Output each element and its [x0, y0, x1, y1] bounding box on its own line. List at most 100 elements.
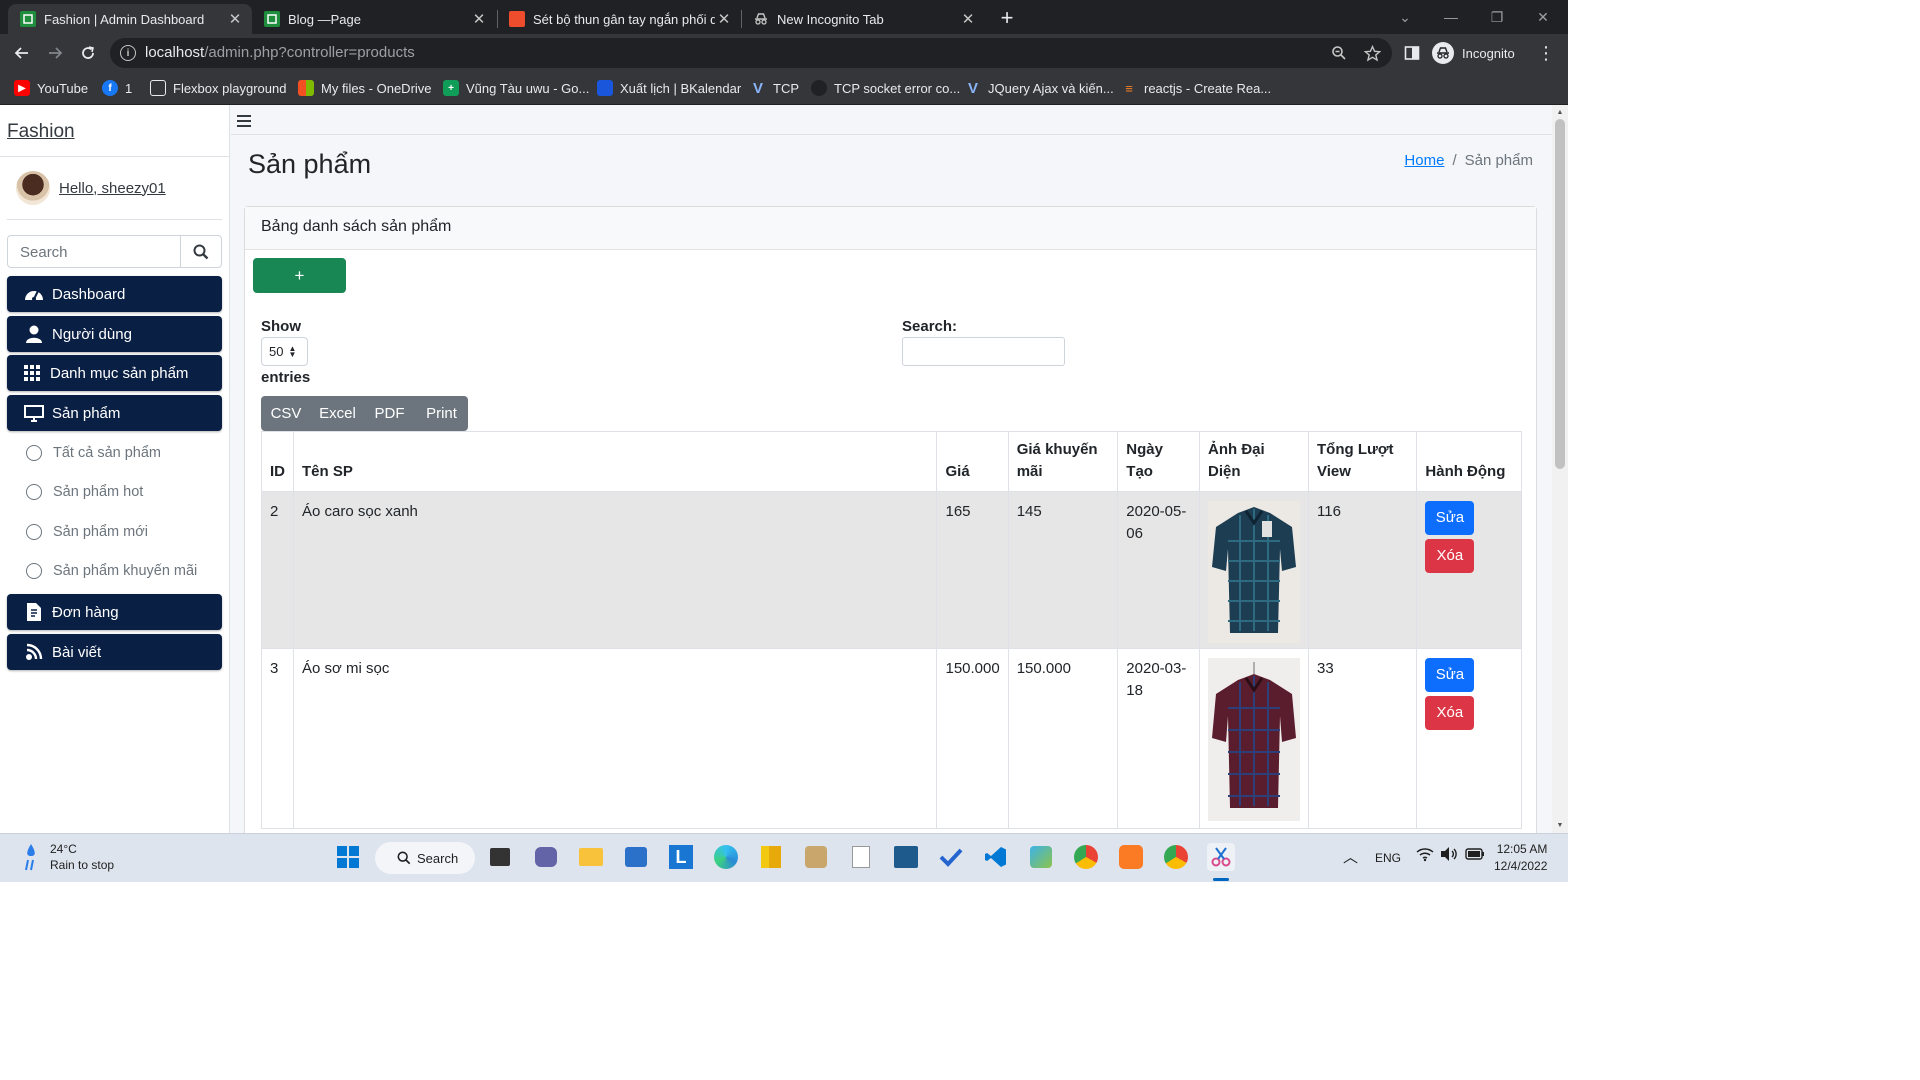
breadcrumb-home-link[interactable]: Home: [1404, 152, 1444, 169]
tab-fashion-admin[interactable]: Fashion | Admin Dashboard ✕: [8, 4, 252, 34]
export-pdf-button[interactable]: PDF: [364, 396, 415, 431]
scroll-thumb[interactable]: [1555, 119, 1565, 469]
reload-button[interactable]: [75, 40, 101, 66]
battery-icon[interactable]: [1465, 847, 1485, 861]
print-button[interactable]: Print: [415, 396, 468, 431]
brand-link[interactable]: Fashion: [7, 121, 75, 143]
l-app-icon[interactable]: L: [667, 843, 695, 871]
bookmark-tcp[interactable]: V TCP: [750, 78, 799, 98]
table-search-input[interactable]: [902, 337, 1065, 366]
vscode-icon[interactable]: [982, 843, 1010, 871]
restore-button[interactable]: ❐: [1474, 0, 1520, 34]
column-header-image[interactable]: Ảnh Đại Diện: [1199, 431, 1309, 492]
export-csv-button[interactable]: CSV: [261, 396, 311, 431]
back-button[interactable]: [9, 40, 35, 66]
sidebar-item-categories[interactable]: Danh mục sản phẩm: [7, 355, 222, 391]
scroll-down-icon[interactable]: ▼: [1552, 819, 1568, 831]
bookmark-star-icon[interactable]: [1362, 43, 1382, 63]
column-header-created[interactable]: Ngày Tạo: [1117, 431, 1200, 492]
tab-new-incognito[interactable]: New Incognito Tab ✕: [741, 4, 985, 34]
tab-search-icon[interactable]: ⌄: [1382, 0, 1428, 34]
windows-start-icon[interactable]: [334, 843, 362, 871]
chrome-icon[interactable]: [1072, 843, 1100, 871]
system-clock[interactable]: 12:05 AM 12/4/2022: [1494, 841, 1547, 875]
bookmark-bkalendar[interactable]: Xuất lịch | BKalendar: [597, 78, 741, 98]
volume-icon[interactable]: [1440, 846, 1458, 862]
language-indicator[interactable]: ENG: [1375, 851, 1401, 865]
edit-button[interactable]: Sửa: [1425, 501, 1475, 535]
teams-chat-icon[interactable]: [532, 843, 560, 871]
sidebar-item-products[interactable]: Sản phẩm: [7, 395, 222, 431]
edit-button[interactable]: Sửa: [1425, 658, 1475, 692]
snipping-tool-icon[interactable]: [1207, 843, 1235, 871]
scroll-up-icon[interactable]: ▲: [1552, 106, 1568, 118]
column-header-views[interactable]: Tổng Lượt View: [1307, 431, 1418, 492]
bookmark-vung-tau[interactable]: + Vũng Tàu uwu - Go...: [443, 78, 589, 98]
entries-length-select[interactable]: 50 ▲ ▼: [261, 337, 308, 366]
user-panel[interactable]: Hello, sheezy01: [16, 171, 166, 205]
sidebar-item-users[interactable]: Người dùng: [7, 316, 222, 352]
close-tab-icon[interactable]: ✕: [959, 10, 977, 28]
paint-icon[interactable]: [802, 843, 830, 871]
minimize-button[interactable]: —: [1428, 0, 1474, 34]
edge-icon[interactable]: [712, 843, 740, 871]
task-view-icon[interactable]: [486, 843, 514, 871]
user-greeting-link[interactable]: Hello, sheezy01: [59, 180, 166, 197]
sidebar-subitem-sale-products[interactable]: Sản phẩm khuyến mãi: [26, 559, 197, 583]
sidebar-subitem-all-products[interactable]: Tất cả sản phẩm: [26, 441, 161, 465]
bookmark-reactjs[interactable]: ≡ reactjs - Create Rea...: [1121, 78, 1271, 98]
sidebar-search-button[interactable]: [180, 236, 221, 267]
tab-shop-product[interactable]: Sét bộ thun gân tay ngắn phối q ✕: [497, 4, 741, 34]
bookmark-tcp-socket-error[interactable]: TCP socket error co...: [811, 78, 960, 98]
bookmark-flexbox-playground[interactable]: Flexbox playground: [150, 78, 286, 98]
close-tab-icon[interactable]: ✕: [470, 10, 488, 28]
close-tab-icon[interactable]: ✕: [715, 10, 733, 28]
column-header-name[interactable]: Tên SP: [292, 431, 938, 492]
sidebar-subitem-hot-products[interactable]: Sản phẩm hot: [26, 480, 143, 504]
sidebar-item-dashboard[interactable]: Dashboard: [7, 276, 222, 312]
tab-blog-page[interactable]: Blog —Page ✕: [252, 4, 496, 34]
chevron-up-icon[interactable]: ︿: [1343, 846, 1358, 867]
close-tab-icon[interactable]: ✕: [226, 10, 244, 28]
column-header-id[interactable]: ID: [261, 431, 294, 492]
delete-button[interactable]: Xóa: [1425, 696, 1475, 730]
page-scrollbar[interactable]: ▲ ▼: [1552, 105, 1568, 833]
column-header-actions[interactable]: Hành Động: [1416, 431, 1522, 492]
todo-check-icon[interactable]: [937, 843, 965, 871]
forward-button[interactable]: [42, 40, 68, 66]
close-window-button[interactable]: ✕: [1520, 0, 1566, 34]
sidebar-item-orders[interactable]: Đơn hàng: [7, 594, 222, 630]
incognito-profile-button[interactable]: Incognito: [1432, 38, 1515, 68]
export-excel-button[interactable]: Excel: [311, 396, 364, 431]
sidebar-item-posts[interactable]: Bài viết: [7, 634, 222, 670]
document-icon[interactable]: [847, 843, 875, 871]
hamburger-menu-icon[interactable]: [237, 115, 251, 127]
power-bi-icon[interactable]: [757, 843, 785, 871]
new-tab-button[interactable]: +: [994, 5, 1020, 30]
xampp-icon[interactable]: [1117, 843, 1145, 871]
browser-menu-icon[interactable]: ⋮: [1534, 40, 1558, 66]
bookmark-jquery-ajax[interactable]: V JQuery Ajax và kiến...: [965, 78, 1114, 98]
xampp-tools-icon[interactable]: [1027, 843, 1055, 871]
bookmark-youtube[interactable]: ▶ YouTube: [14, 78, 88, 98]
column-header-price[interactable]: Giá: [936, 431, 1009, 492]
microsoft-store-icon[interactable]: [622, 843, 650, 871]
sql-tool-icon[interactable]: [892, 843, 920, 871]
weather-widget[interactable]: 24°C Rain to stop: [22, 841, 114, 873]
site-info-icon[interactable]: i: [120, 45, 136, 61]
add-product-button[interactable]: +: [253, 258, 346, 293]
taskbar-search[interactable]: Search: [375, 842, 475, 874]
cell-price: 165: [936, 491, 1009, 649]
sidebar-subitem-new-products[interactable]: Sản phẩm mới: [26, 520, 148, 544]
address-bar[interactable]: i localhost/admin.php?controller=product…: [110, 38, 1392, 68]
delete-button[interactable]: Xóa: [1425, 539, 1475, 573]
sidebar-search-input[interactable]: Search: [7, 235, 222, 268]
bookmark-onedrive[interactable]: My files - OneDrive: [298, 78, 432, 98]
column-header-sale-price[interactable]: Giá khuyến mãi: [1007, 431, 1119, 492]
bookmark-facebook[interactable]: f1: [102, 78, 132, 98]
wifi-icon[interactable]: [1416, 846, 1434, 862]
file-explorer-icon[interactable]: [577, 843, 605, 871]
side-panel-icon[interactable]: [1402, 43, 1422, 63]
chrome-incognito-icon[interactable]: [1162, 843, 1190, 871]
zoom-icon[interactable]: [1329, 43, 1349, 63]
